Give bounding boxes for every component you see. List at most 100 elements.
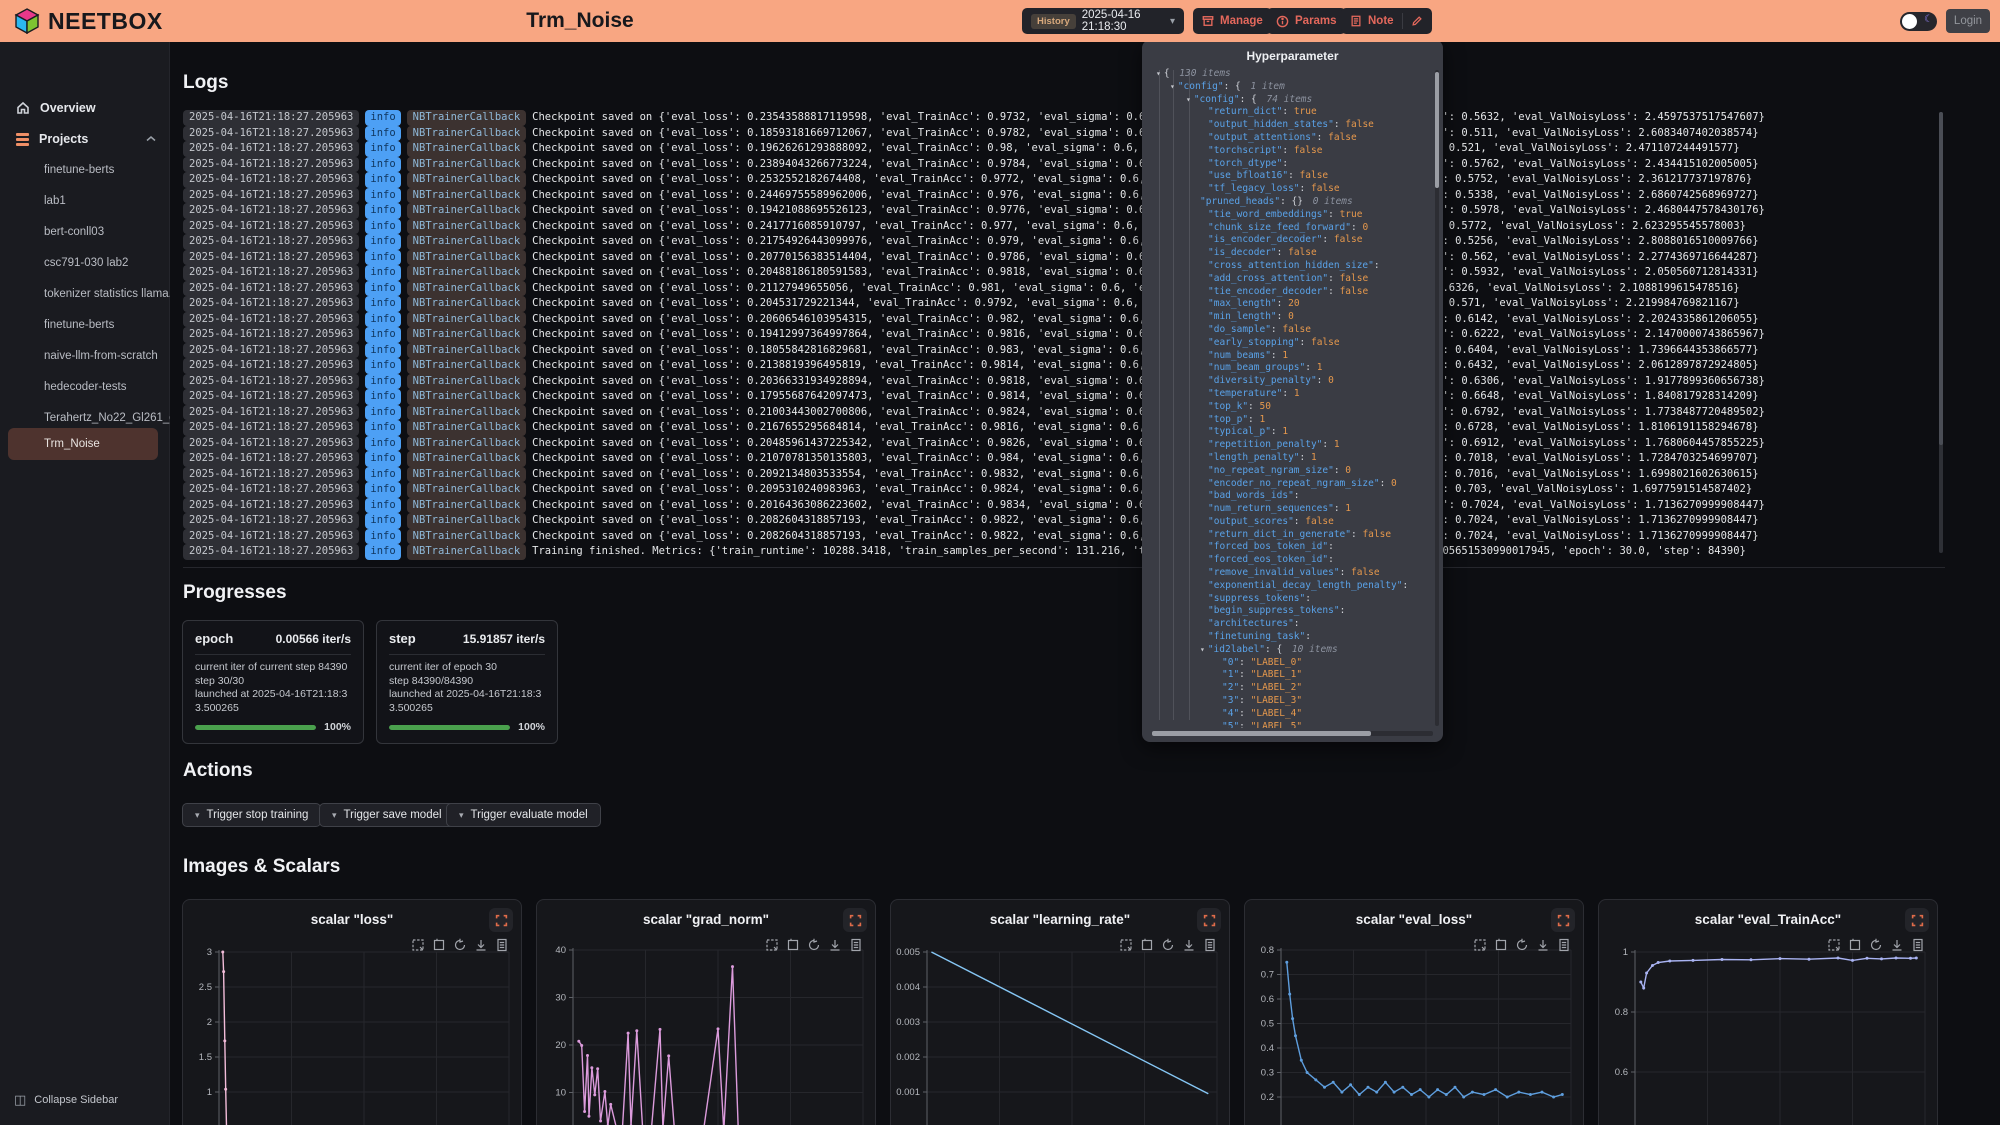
history-dropdown[interactable]: History 2025-04-16 21:18:30 ▾ (1022, 8, 1184, 34)
expand-chart-button[interactable] (1551, 908, 1575, 932)
caret-down-icon[interactable]: ▾ (1170, 82, 1175, 91)
json-punctuation: : (1239, 721, 1250, 728)
manage-button[interactable]: Manage (1193, 8, 1272, 34)
data-zoom-icon[interactable] (765, 938, 779, 952)
params-button[interactable]: Params (1267, 8, 1346, 34)
data-zoom-icon[interactable] (1473, 938, 1487, 952)
svg-text:40: 40 (555, 945, 566, 956)
collapse-sidebar-button[interactable]: ◫ Collapse Sidebar (0, 1087, 170, 1113)
log-row: 2025-04-16T21:18:27.205963infoNBTrainerC… (183, 234, 1950, 250)
download-icon[interactable] (1182, 938, 1196, 952)
caret-down-icon[interactable]: ▾ (1186, 95, 1191, 104)
sidebar-project-hedecoder-tests[interactable]: hedecoder-tests (0, 374, 170, 400)
restore-icon[interactable] (453, 938, 467, 952)
sidebar-project-lab1[interactable]: lab1 (0, 188, 170, 214)
popup-horizontal-scrollbar[interactable] (1152, 731, 1433, 736)
sidebar-project-trm-noise[interactable]: Trm_Noise (8, 428, 158, 460)
json-value: false (1282, 324, 1311, 335)
sidebar-project-finetune-berts[interactable]: finetune-berts (0, 157, 170, 183)
hyperparameter-line[interactable]: ▾"config": { 74 items (1152, 94, 1431, 107)
json-punctuation: : (1380, 478, 1391, 489)
json-value: "LABEL_2" (1251, 682, 1302, 693)
popup-vertical-scrollbar-thumb[interactable] (1435, 72, 1439, 188)
restore-icon[interactable] (1869, 938, 1883, 952)
data-zoom-icon[interactable] (1119, 938, 1133, 952)
download-icon[interactable] (1890, 938, 1904, 952)
chart-plot[interactable]: 0.80.70.60.50.40.30.2 (1245, 900, 1584, 1125)
expand-chart-button[interactable] (1905, 908, 1929, 932)
box-select-icon[interactable] (1494, 938, 1508, 952)
logs-scrollbar-thumb[interactable] (1939, 112, 1943, 445)
log-timestamp-badge: 2025-04-16T21:18:27.205963 (183, 498, 359, 514)
box-select-icon[interactable] (1140, 938, 1154, 952)
hyperparameter-line[interactable]: ▾{ 130 items (1152, 68, 1431, 81)
app-logo[interactable]: NEETBOX (14, 8, 163, 35)
data-view-icon[interactable] (495, 938, 509, 952)
sidebar-project-tokenizer-statistics-llama-[interactable]: tokenizer statistics llama... (0, 281, 170, 307)
json-key: "num_return_sequences" (1208, 503, 1334, 514)
theme-toggle[interactable]: ☾ (1900, 12, 1937, 31)
log-level-badge: info (365, 451, 400, 467)
caret-down-icon[interactable]: ▾ (1156, 69, 1161, 78)
download-icon[interactable] (828, 938, 842, 952)
restore-icon[interactable] (1161, 938, 1175, 952)
sidebar-item-projects[interactable]: Projects (0, 125, 170, 153)
sidebar-project-naive-llm-from-scratch[interactable]: naive-llm-from-scratch (0, 343, 170, 369)
log-level-badge: info (365, 219, 400, 235)
chart-plot[interactable]: 0.0050.0040.0030.0020.001 (891, 900, 1230, 1125)
restore-icon[interactable] (807, 938, 821, 952)
sidebar-project-bert-conll03[interactable]: bert-conll03 (0, 219, 170, 245)
data-view-icon[interactable] (1557, 938, 1571, 952)
progress-detail: step 30/30 (195, 675, 351, 689)
json-punctuation: : (1277, 298, 1288, 309)
sidebar-project-finetune-berts[interactable]: finetune-berts (0, 312, 170, 338)
download-icon[interactable] (1536, 938, 1550, 952)
trigger-stop-training-button[interactable]: ▾ Trigger stop training (182, 803, 321, 827)
data-view-icon[interactable] (849, 938, 863, 952)
trigger-save-model-button[interactable]: ▾ Trigger save model (319, 803, 455, 827)
box-select-icon[interactable] (432, 938, 446, 952)
chart-plot[interactable]: 40302010 (537, 900, 876, 1125)
json-key: "no_repeat_ngram_size" (1208, 465, 1334, 476)
pencil-icon[interactable] (1411, 15, 1423, 27)
popup-horizontal-scrollbar-thumb[interactable] (1152, 731, 1371, 736)
log-timestamp-badge: 2025-04-16T21:18:27.205963 (183, 436, 359, 452)
json-punctuation: : (1300, 183, 1311, 194)
json-key: "begin_suppress_tokens" (1208, 605, 1340, 616)
note-label[interactable]: Note (1368, 15, 1394, 27)
restore-icon[interactable] (1515, 938, 1529, 952)
caret-down-icon[interactable]: ▾ (1200, 645, 1205, 654)
log-row: 2025-04-16T21:18:27.205963infoNBTrainerC… (183, 529, 1950, 545)
sidebar-item-overview[interactable]: Overview (0, 94, 170, 122)
chart-plot[interactable]: 10.80.6 (1599, 900, 1938, 1125)
json-key: "min_length" (1208, 311, 1277, 322)
chart-plot[interactable]: 32.521.51 (183, 900, 522, 1125)
log-level-badge: info (365, 157, 400, 173)
sidebar-project-csc791-030-lab2[interactable]: csc791-030 lab2 (0, 250, 170, 276)
json-key: "finetuning_task" (1208, 631, 1305, 642)
data-view-icon[interactable] (1911, 938, 1925, 952)
login-button[interactable]: Login (1946, 9, 1990, 33)
logs-scrollbar[interactable] (1939, 112, 1943, 553)
chevron-up-icon (146, 135, 156, 143)
data-view-icon[interactable] (1203, 938, 1217, 952)
log-tag-badge: NBTrainerCallback (407, 374, 526, 390)
svg-text:0.3: 0.3 (1261, 1068, 1274, 1079)
data-zoom-icon[interactable] (411, 938, 425, 952)
expand-chart-button[interactable] (843, 908, 867, 932)
expand-chart-button[interactable] (489, 908, 513, 932)
data-zoom-icon[interactable] (1827, 938, 1841, 952)
box-select-icon[interactable] (786, 938, 800, 952)
hyperparameter-line[interactable]: ▾"config": { 1 item (1152, 81, 1431, 94)
box-select-icon[interactable] (1848, 938, 1862, 952)
expand-chart-button[interactable] (1197, 908, 1221, 932)
json-value: 1 (1294, 388, 1300, 399)
json-punctuation: { (1164, 68, 1175, 79)
download-icon[interactable] (474, 938, 488, 952)
chart-title: scalar "loss" (183, 912, 521, 927)
chart-title: scalar "eval_loss" (1245, 912, 1583, 927)
json-key: "top_k" (1208, 401, 1248, 412)
trigger-evaluate-model-button[interactable]: ▾ Trigger evaluate model (446, 803, 601, 827)
note-icon (1350, 15, 1362, 27)
hyperparameter-line[interactable]: ▾"id2label": { 10 items (1152, 644, 1431, 657)
